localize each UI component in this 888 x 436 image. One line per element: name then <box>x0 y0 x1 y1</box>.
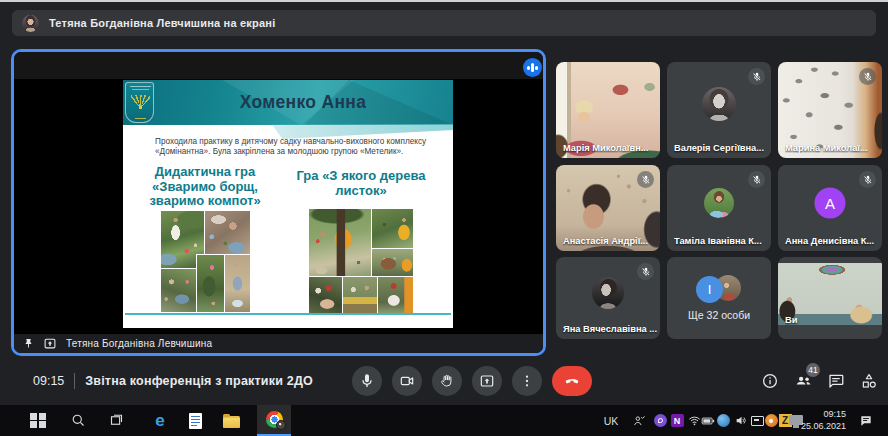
taskbar-search-button[interactable] <box>66 405 90 436</box>
meeting-clock: 09:15 <box>33 374 64 388</box>
file-explorer-taskbar-icon[interactable] <box>219 405 243 436</box>
participant-name-label: Ви <box>785 315 879 325</box>
activities-button[interactable] <box>859 371 879 391</box>
mic-muted-icon <box>748 68 765 85</box>
participant-name-label: Таміла Іванівна К... <box>674 236 768 246</box>
meeting-details-button[interactable] <box>760 371 780 391</box>
taskbar-clock[interactable]: 09:15 25.06.2021 <box>801 405 846 436</box>
participant-tile-overflow[interactable]: І Ще 32 особи <box>667 257 771 339</box>
task-view-button[interactable] <box>104 405 128 436</box>
raise-hand-button[interactable] <box>432 366 462 396</box>
pin-icon <box>23 337 34 350</box>
participant-avatar-photo <box>702 87 736 121</box>
present-button[interactable] <box>472 366 502 396</box>
participant-name-label: Валерія Сергіївна... <box>674 143 768 153</box>
windows-taskbar: e UK N Z 09:15 25.06.2021 <box>0 405 888 436</box>
presenting-banner-text: Тетяна Богданівна Левчишина на екрані <box>49 17 275 29</box>
participant-tile-anastasia[interactable]: Анастасія Андрії... <box>556 165 660 251</box>
taskbar-time: 09:15 <box>823 409 846 420</box>
participant-name-label: Яна Вячеславівна ... <box>563 324 657 334</box>
participants-button[interactable]: 41 <box>793 371 813 391</box>
mic-muted-icon <box>859 68 876 85</box>
mic-muted-icon <box>637 171 654 188</box>
start-button[interactable] <box>26 405 50 436</box>
chrome-icon <box>266 411 283 428</box>
presentation-tile[interactable]: Хоменко Анна Проходила практику в дитячо… <box>11 49 546 356</box>
participant-tile-valeria[interactable]: Валерія Сергіївна... <box>667 62 771 158</box>
overflow-avatar-initial: І <box>696 276 723 303</box>
participant-tile-anna[interactable]: А Анна Денисівна К... <box>778 165 882 251</box>
participant-tile-you[interactable]: Ви <box>778 257 882 339</box>
participant-tile-maria[interactable]: Марія Миколаївн... <box>556 62 660 158</box>
slide-title: Хоменко Анна <box>153 92 453 113</box>
participant-tile-yana[interactable]: Яна Вячеславівна ... <box>556 257 660 339</box>
mic-muted-icon <box>859 171 876 188</box>
overlay-badge-icon <box>276 420 286 430</box>
chrome-taskbar-button-active[interactable] <box>257 405 291 436</box>
participant-name-label: Марія Миколаївн... <box>563 143 657 153</box>
slide-divider-line <box>125 313 451 315</box>
google-meet-window: Тетяна Богданівна Левчишина на екрані Хо… <box>0 0 888 436</box>
meet-control-bar: 09:15 Звітна конференція з практики 2ДО … <box>0 356 888 405</box>
presenting-banner: Тетяна Богданівна Левчишина на екрані <box>12 10 876 36</box>
participant-initial-avatar: А <box>815 187 846 218</box>
more-options-button[interactable] <box>512 366 542 396</box>
right-photo-collage <box>309 209 413 313</box>
camera-button[interactable] <box>392 366 422 396</box>
overflow-count-label: Ще 32 особи <box>688 309 750 321</box>
edge-taskbar-icon[interactable]: e <box>148 405 172 436</box>
slide-right-game-title: Гра «З якого дерева листок» <box>295 169 427 198</box>
mic-muted-icon <box>637 263 654 280</box>
participant-tile-tamila[interactable]: Таміла Іванівна К... <box>667 165 771 251</box>
mic-muted-icon <box>748 171 765 188</box>
participant-name-label: Анастасія Андрії... <box>563 236 657 246</box>
language-indicator[interactable]: UK <box>599 405 623 436</box>
presenter-avatar <box>22 15 39 32</box>
mic-button[interactable] <box>352 366 382 396</box>
left-photo-collage <box>161 211 250 312</box>
word-document-taskbar-icon[interactable] <box>183 405 207 436</box>
overflow-avatars: І <box>696 275 742 303</box>
presenting-icon <box>43 337 57 350</box>
window-top-edge <box>0 0 888 2</box>
slide-intro-text: Проходила практику в дитячому садку навч… <box>155 137 431 158</box>
participant-name-label: Марина Миколаї... <box>785 143 879 153</box>
taskbar-date: 25.06.2021 <box>801 421 846 432</box>
presenter-name-bar: Тетяна Богданівна Левчишина <box>14 334 543 353</box>
presenter-name-label: Тетяна Богданівна Левчишина <box>66 338 212 349</box>
meeting-title: Звітна конференція з практики 2ДО <box>85 374 313 388</box>
shared-screen-top-strip <box>14 52 543 79</box>
slide-left-game-title: Дидактична гра «Зваримо борщ, зваримо ко… <box>147 165 263 209</box>
divider <box>74 373 75 389</box>
action-center-icon[interactable] <box>854 405 878 436</box>
participant-avatar-photo <box>704 188 734 218</box>
university-logo <box>125 82 154 123</box>
participant-avatar-photo <box>592 277 624 309</box>
participant-count-badge: 41 <box>806 363 820 377</box>
participant-tile-maryna[interactable]: Марина Миколаї... <box>778 62 882 158</box>
participant-name-label: Анна Денисівна К... <box>785 236 879 246</box>
end-call-button[interactable] <box>552 366 592 396</box>
audio-activity-icon <box>523 58 542 77</box>
shared-slide: Хоменко Анна Проходила практику в дитячо… <box>123 80 453 328</box>
chat-button[interactable] <box>826 371 846 391</box>
